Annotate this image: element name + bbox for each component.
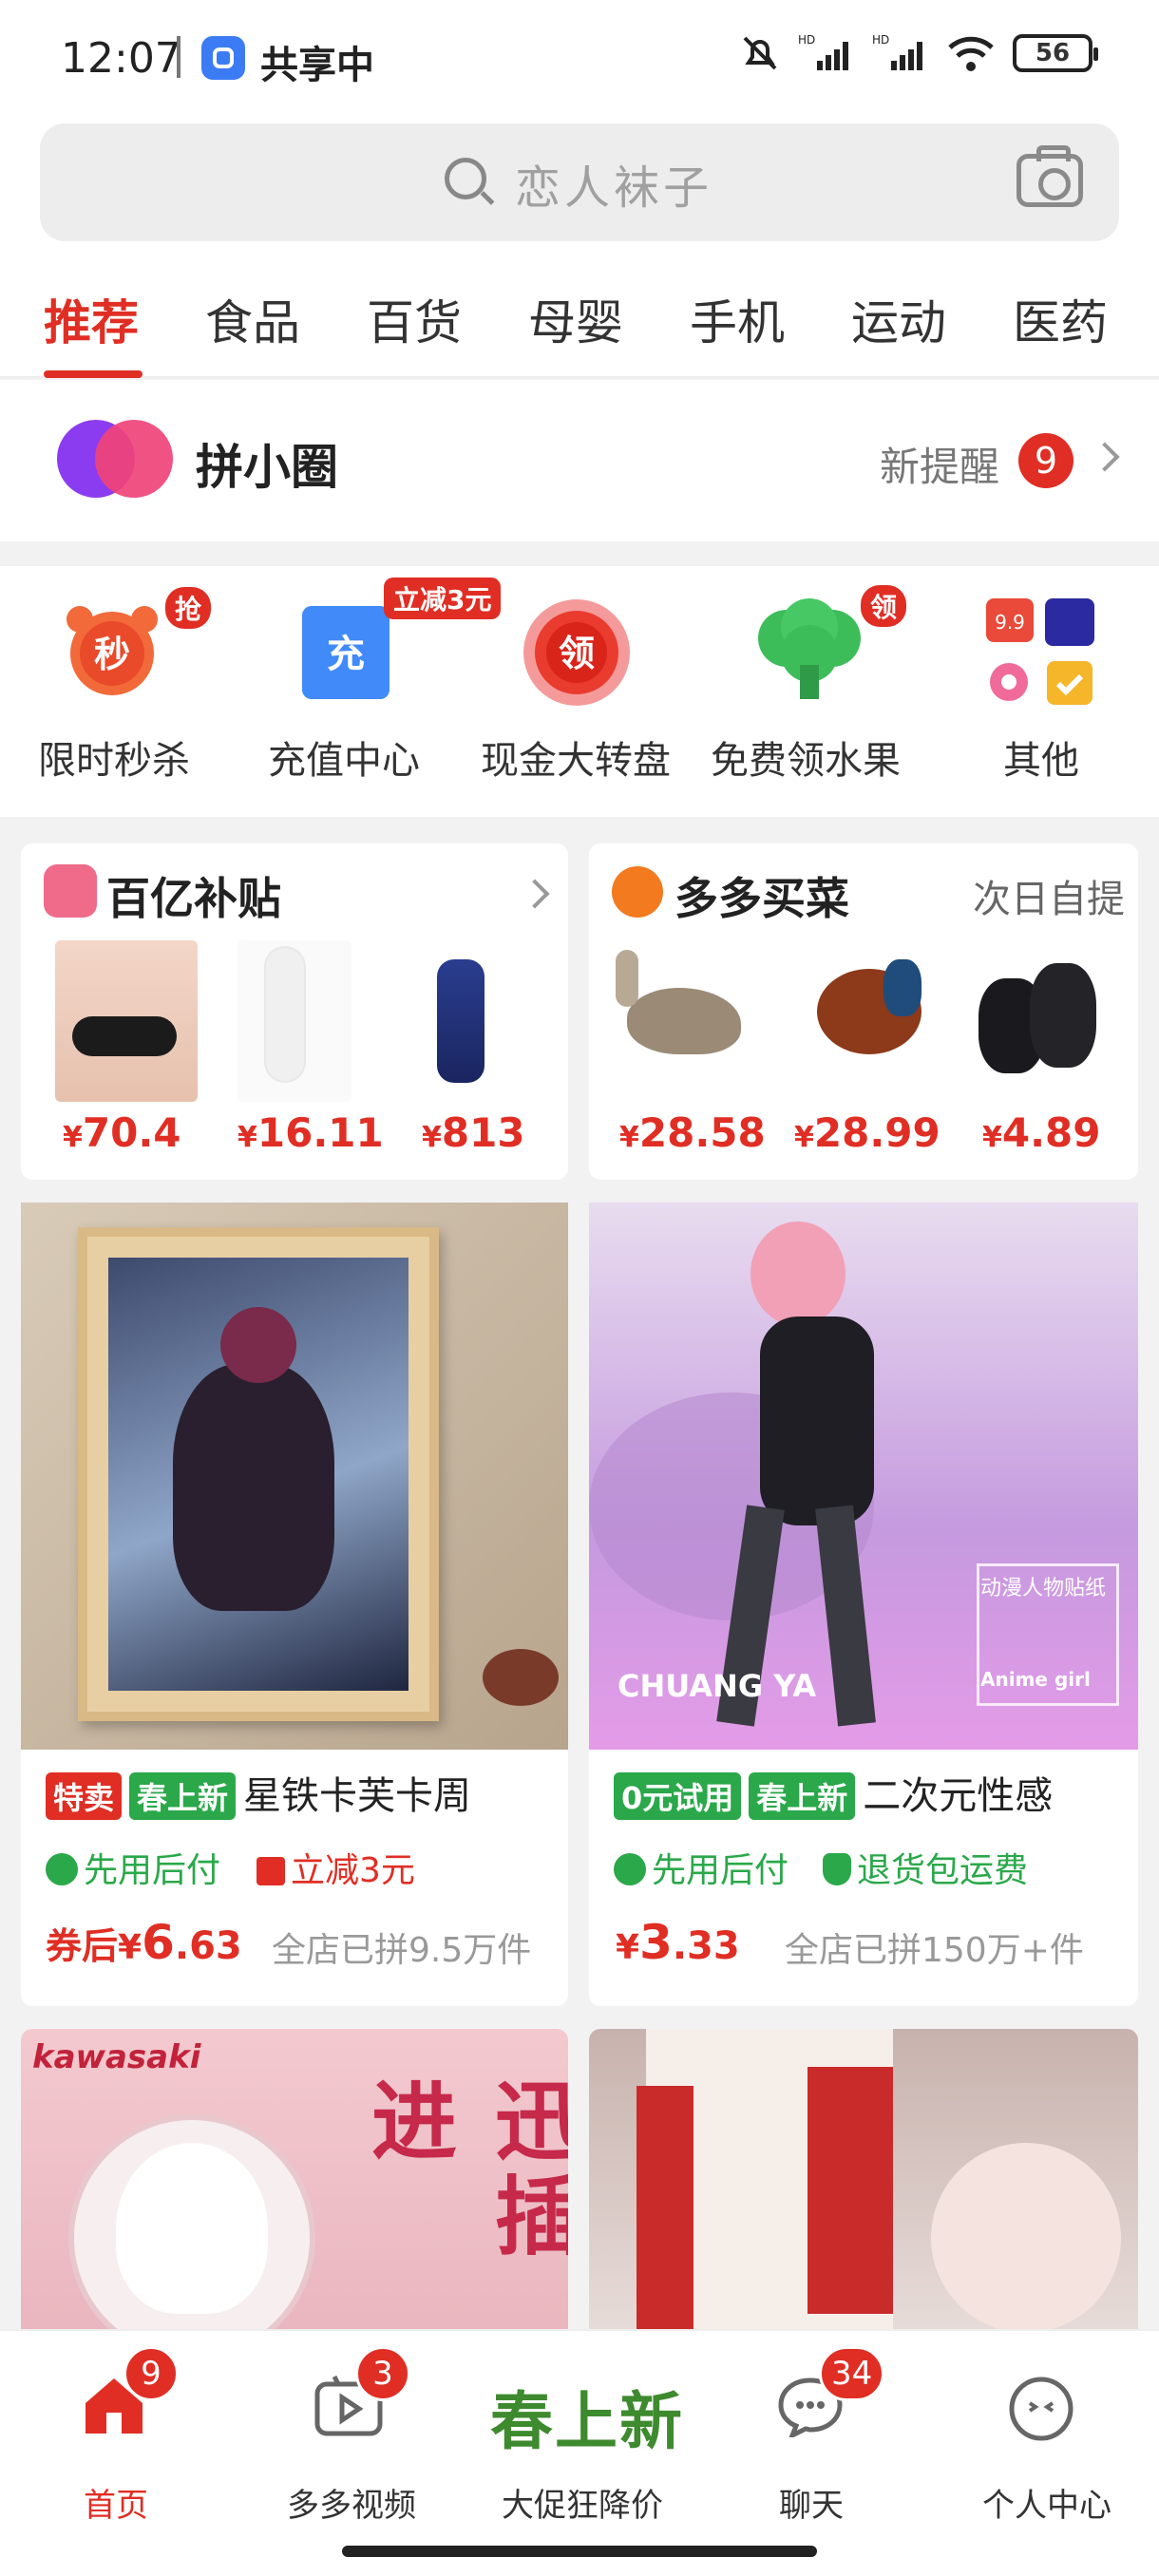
subsidy-thumb-3[interactable] <box>399 940 522 1102</box>
subsidy-icon <box>44 864 97 918</box>
wheel-icon[interactable]: 领 <box>522 598 630 706</box>
home-badge: 9 <box>124 2346 179 2401</box>
recharge-tag: 立减3元 <box>384 578 502 619</box>
wheel-glyph: 领 <box>559 633 595 674</box>
product-2-sold: 全店已拼150万+件 <box>785 1931 1084 1970</box>
subsidy-thumb-1[interactable] <box>55 940 198 1102</box>
svg-text:9.9: 9.9 <box>995 611 1025 634</box>
grocery-price-3: ¥4.89 <box>982 1109 1101 1156</box>
product-image-2[interactable]: 动漫人物贴纸 Anime girl CHUANG YA <box>589 1203 1138 1750</box>
screen-share-icon <box>201 36 245 80</box>
fruit-tree-icon[interactable] <box>752 598 861 699</box>
recharge-icon[interactable]: 充 <box>298 598 393 699</box>
search-icon <box>445 158 486 199</box>
mute-bell-icon <box>743 36 777 70</box>
subsidy-price-2: ¥16.11 <box>238 1109 384 1156</box>
tab-food[interactable]: 食品 <box>205 285 300 353</box>
quick-label-more[interactable]: 其他 <box>1003 729 1079 785</box>
pin-remind-label: 新提醒 <box>880 444 1000 490</box>
product-2-brand-text: CHUANG YA <box>618 1668 817 1704</box>
share-status-text: 共享中 <box>260 44 374 87</box>
nav-home[interactable]: 首页 <box>84 2479 148 2526</box>
tab-medicine[interactable]: 医药 <box>1013 285 1108 353</box>
quick-label-wheel[interactable]: 现金大转盘 <box>481 729 671 785</box>
svg-text:HD: HD <box>872 33 889 47</box>
tab-recommend[interactable]: 推荐 <box>44 285 139 353</box>
product-1-price: 券后¥6.63 <box>46 1915 242 1970</box>
more-apps-icon[interactable]: 9.9 <box>982 598 1094 705</box>
grocery-icon <box>612 866 663 918</box>
nav-spring-banner[interactable]: 春上新 <box>490 2371 684 2462</box>
paylater-icon <box>46 1853 78 1885</box>
grocery-price-1: ¥28.58 <box>619 1109 766 1156</box>
grocery-thumb-chicken[interactable] <box>798 940 940 1102</box>
nav-video[interactable]: 多多视频 <box>287 2479 416 2526</box>
pin-circle-logo-overlap <box>95 420 173 498</box>
pin-remind-count: 9 <box>1018 433 1074 488</box>
product-2-anime-label: Anime girl <box>980 1668 1091 1691</box>
status-separator <box>177 36 180 78</box>
product-2-free-return: 退货包运费 <box>823 1843 1028 1892</box>
grocery-thumb-goose[interactable] <box>608 940 760 1102</box>
status-icons: HD HD 56 <box>739 32 1098 74</box>
chat-badge: 34 <box>819 2346 885 2401</box>
status-time: 12:07 <box>61 34 181 83</box>
coupon-icon <box>256 1857 285 1885</box>
product-1-discount: 立减3元 <box>256 1843 415 1892</box>
battery-icon: 56 <box>1013 34 1098 72</box>
profile-icon[interactable] <box>1007 2375 1075 2443</box>
quick-label-seckill[interactable]: 限时秒杀 <box>38 729 190 785</box>
svg-text:HD: HD <box>798 33 815 47</box>
subsidy-price-1: ¥70.4 <box>63 1109 181 1156</box>
subsidy-price-3: ¥813 <box>422 1109 525 1156</box>
tab-phone[interactable]: 手机 <box>690 285 785 353</box>
product-2-price: ¥3.33 <box>616 1915 740 1970</box>
video-badge: 3 <box>355 2346 410 2401</box>
product-image-1[interactable] <box>21 1203 568 1750</box>
search-placeholder: 恋人袜子 <box>515 161 713 215</box>
tab-sports[interactable]: 运动 <box>851 285 946 353</box>
product-2-sticker-label: 动漫人物贴纸 <box>980 1577 1107 1601</box>
nav-promo[interactable]: 大促狂降价 <box>502 2479 663 2526</box>
quick-label-fruit[interactable]: 免费领水果 <box>711 729 901 785</box>
system-home-indicator[interactable] <box>342 2546 817 2557</box>
camera-icon[interactable] <box>1016 145 1083 207</box>
product-title-2: 0元试用 春上新 二次元性感 <box>614 1765 1053 1820</box>
nav-chat[interactable]: 聊天 <box>779 2479 844 2526</box>
paylater-icon <box>614 1853 646 1885</box>
recharge-glyph: 充 <box>327 633 365 676</box>
product-image-3[interactable]: kawasaki 迅插进 <box>21 2029 568 2333</box>
tab-active-indicator <box>44 370 142 378</box>
fruit-tag: 领 <box>861 585 907 627</box>
grocery-thumb-berries[interactable] <box>969 950 1112 1092</box>
kawasaki-logo: kawasaki <box>32 2038 201 2076</box>
quick-label-recharge[interactable]: 充值中心 <box>268 729 420 785</box>
product-title-1: 特卖 春上新 星铁卡芙卡周 <box>46 1765 471 1820</box>
grocery-subtitle: 次日自提 <box>973 878 1125 921</box>
shield-check-icon <box>823 1853 851 1885</box>
grocery-title: 多多买菜 <box>674 873 849 924</box>
pin-circle-title: 拼小圈 <box>196 440 338 495</box>
product-image-4[interactable] <box>589 2029 1138 2333</box>
product-2-paylater: 先用后付 <box>614 1843 788 1892</box>
seckill-clock-icon[interactable]: 秒 <box>61 598 158 695</box>
grocery-price-2: ¥28.99 <box>794 1109 940 1156</box>
tab-general-goods[interactable]: 百货 <box>367 285 462 353</box>
signal-icon: HD <box>798 33 848 70</box>
wifi-icon <box>948 36 994 71</box>
promo-vertical-text: 迅插进 <box>356 2076 568 2266</box>
signal-icon-2: HD <box>872 33 922 70</box>
product-1-paylater: 先用后付 <box>46 1843 220 1892</box>
subsidy-thumb-2[interactable] <box>238 940 352 1102</box>
subsidy-title: 百亿补贴 <box>106 873 281 924</box>
seckill-tag: 抢 <box>165 587 212 629</box>
product-1-sold: 全店已拼9.5万件 <box>272 1931 532 1970</box>
tab-baby[interactable]: 母婴 <box>528 285 623 353</box>
seckill-glyph: 秒 <box>94 634 130 675</box>
nav-profile[interactable]: 个人中心 <box>982 2479 1112 2526</box>
